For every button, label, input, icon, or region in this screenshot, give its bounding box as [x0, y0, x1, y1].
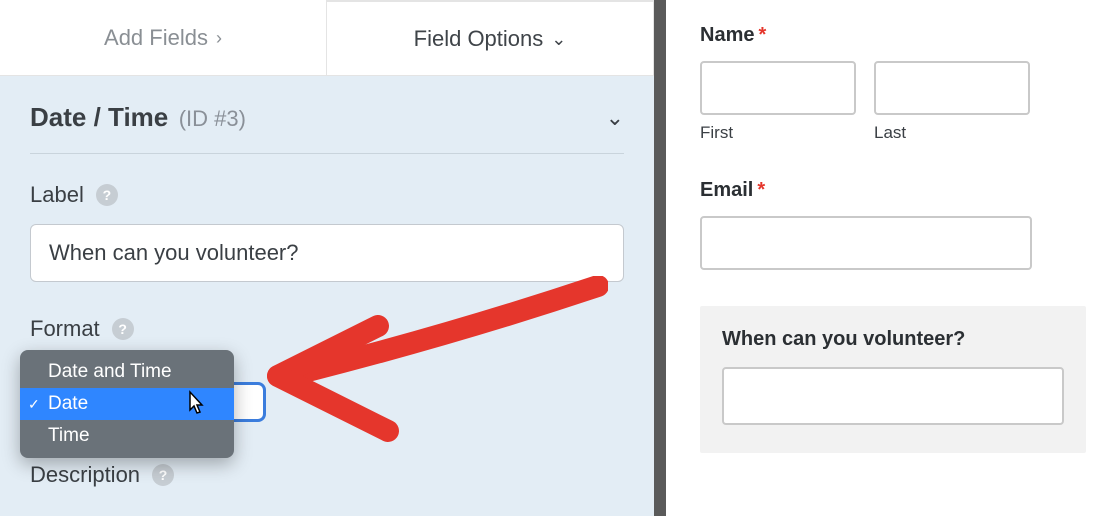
form-preview-panel: Name * First Last Email * Wh — [666, 0, 1116, 516]
label-text: Name — [700, 24, 754, 47]
format-option-time[interactable]: Time — [20, 420, 234, 452]
section-id: (ID #3) — [179, 106, 246, 131]
preview-email-field: Email * — [700, 179, 1086, 270]
section-title-wrap: Date / Time (ID #3) — [30, 102, 246, 133]
field-options-panel: Add Fields › Field Options ⌄ Date / Time… — [0, 0, 654, 516]
section-header[interactable]: Date / Time (ID #3) ⌄ — [30, 102, 624, 154]
last-name-col: Last — [874, 61, 1030, 143]
chevron-down-icon: ⌄ — [551, 29, 566, 50]
volunteer-date-input[interactable] — [722, 367, 1064, 425]
panel-tabs: Add Fields › Field Options ⌄ — [0, 0, 654, 76]
preview-email-label: Email * — [700, 179, 1086, 202]
label-setting: Label ? — [30, 182, 624, 282]
label-input[interactable] — [30, 224, 624, 282]
required-marker: * — [758, 24, 766, 47]
label-text: Email — [700, 179, 753, 202]
preview-name-field: Name * First Last — [700, 24, 1086, 143]
preview-volunteer-field[interactable]: When can you volunteer? — [700, 306, 1086, 453]
name-inputs-row: First Last — [700, 61, 1086, 143]
format-label-text: Format — [30, 316, 100, 342]
chevron-right-icon: › — [216, 28, 222, 49]
description-setting: Description ? — [30, 462, 624, 488]
description-label-text: Description — [30, 462, 140, 488]
help-icon[interactable]: ? — [112, 318, 134, 340]
preview-name-label: Name * — [700, 24, 1086, 47]
format-label-row: Format ? — [30, 316, 624, 342]
first-name-input[interactable] — [700, 61, 856, 115]
last-name-input[interactable] — [874, 61, 1030, 115]
tab-label: Field Options — [414, 26, 544, 52]
label-text: Label — [30, 182, 84, 208]
section-title: Date / Time — [30, 102, 168, 132]
required-marker: * — [757, 179, 765, 202]
tab-field-options[interactable]: Field Options ⌄ — [326, 0, 654, 75]
field-settings-area: Date / Time (ID #3) ⌄ Label ? Format ? — [0, 76, 654, 516]
preview-volunteer-label: When can you volunteer? — [722, 328, 1064, 351]
format-setting: Format ? Date and Time Date Time — [30, 316, 624, 342]
first-name-col: First — [700, 61, 856, 143]
tab-label: Add Fields — [104, 25, 208, 51]
label-row: Label ? — [30, 182, 624, 208]
select-outline-stub — [232, 382, 266, 422]
email-input[interactable] — [700, 216, 1032, 270]
panel-divider[interactable] — [654, 0, 666, 516]
format-dropdown[interactable]: Date and Time Date Time — [20, 350, 234, 458]
last-sublabel: Last — [874, 123, 1030, 143]
chevron-down-icon[interactable]: ⌄ — [606, 105, 624, 131]
help-icon[interactable]: ? — [96, 184, 118, 206]
format-option-date[interactable]: Date — [20, 388, 234, 420]
first-sublabel: First — [700, 123, 856, 143]
tab-add-fields[interactable]: Add Fields › — [0, 0, 326, 75]
description-label-row: Description ? — [30, 462, 624, 488]
format-option-date-and-time[interactable]: Date and Time — [20, 356, 234, 388]
help-icon[interactable]: ? — [152, 464, 174, 486]
